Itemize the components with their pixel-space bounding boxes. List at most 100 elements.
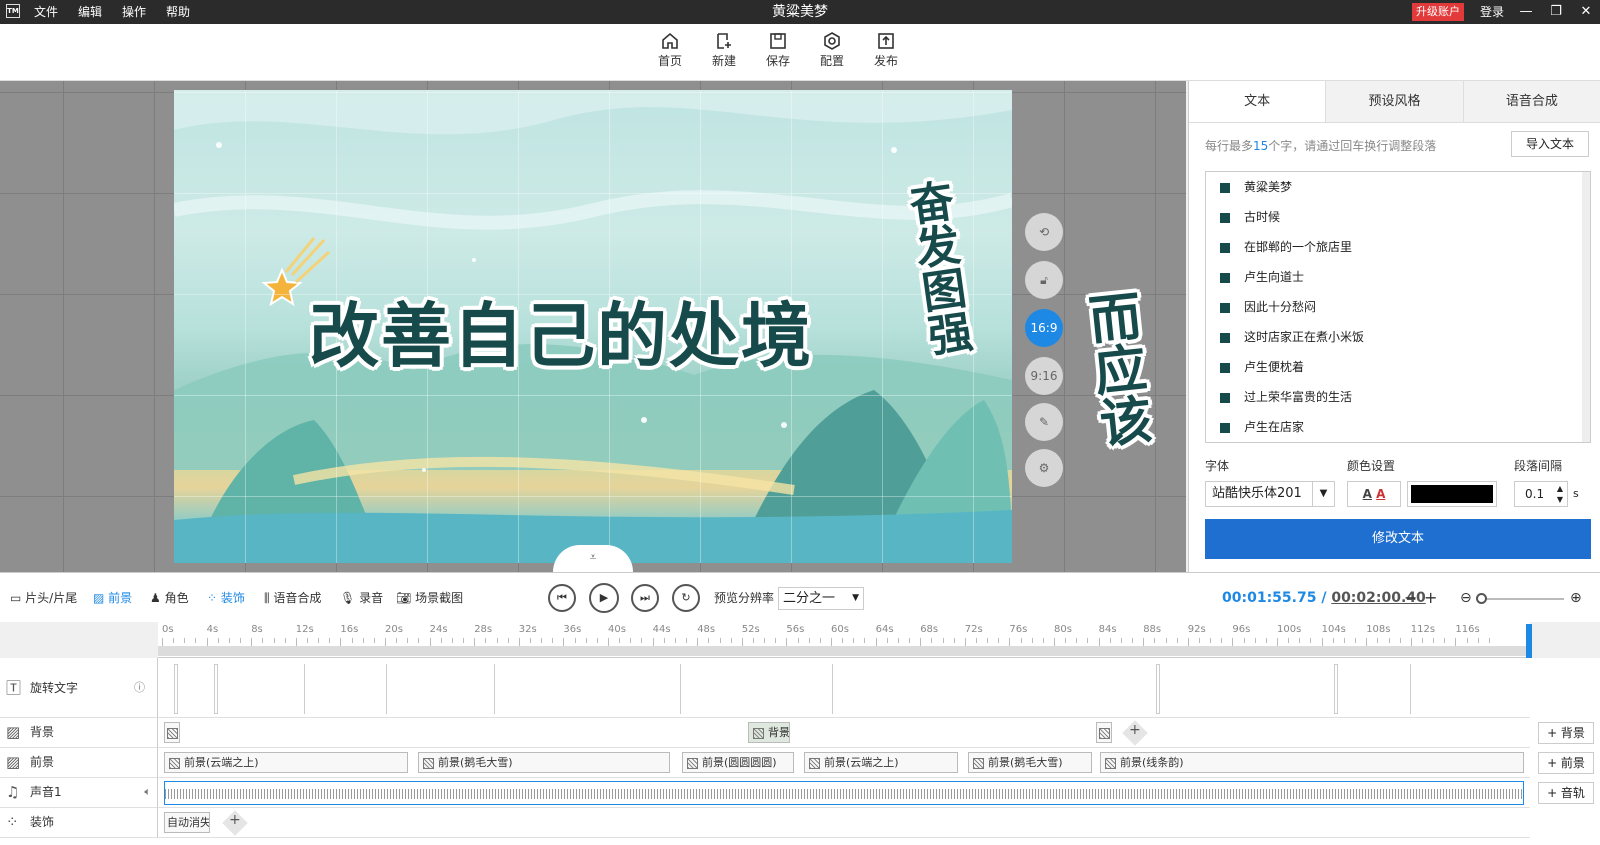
intro-outro-button[interactable]: ▭ 片头/片尾 — [10, 573, 77, 623]
edit-control-icon[interactable]: ✎ — [1025, 403, 1063, 441]
font-select[interactable]: 站酷快乐体201 ▼ — [1205, 481, 1335, 507]
zoom-slider[interactable] — [1478, 598, 1564, 600]
text-line[interactable]: 黄粱美梦 — [1206, 172, 1590, 202]
text-line[interactable]: 在邯郸的一个旅店里 — [1206, 232, 1590, 262]
volume-icon[interactable]: 🔈︎ — [144, 778, 151, 806]
add-background-button[interactable]: + 背景 — [1538, 722, 1594, 744]
ruler-tick-mark — [1120, 638, 1122, 643]
home-button[interactable]: 首页 — [645, 32, 695, 76]
menu-operate[interactable]: 操作 — [122, 0, 146, 24]
save-button[interactable]: 保存 — [753, 32, 803, 76]
canvas-area[interactable]: 改善自己的处境 奋发图强 而应该 ⟲ 🔓︎ 16:9 9:16 ✎ ⚙︎ ⩡ — [0, 81, 1186, 572]
unlock-control-icon[interactable]: 🔓︎ — [1025, 261, 1063, 299]
foreground-clip[interactable]: 前景(云端之上) — [804, 752, 958, 773]
new-button[interactable]: 新建 — [699, 32, 749, 76]
close-icon[interactable]: ✕ — [1572, 0, 1600, 24]
ruler-tick-mark — [630, 638, 632, 643]
speech-synthesis-button[interactable]: ⫼ 语音合成 — [264, 573, 321, 623]
ruler-tick-mark — [1310, 638, 1312, 643]
modify-text-button[interactable]: 修改文本 — [1205, 519, 1591, 559]
character-button[interactable]: ♟ 角色 — [150, 573, 189, 623]
track-foreground[interactable]: 前景(云端之上) 前景(鹅毛大雪) 前景(圆圆圆圆) 前景(云端之上) 前景(鹅… — [158, 748, 1530, 778]
replay-icon[interactable]: ↻ — [672, 584, 700, 612]
background-clip[interactable] — [1096, 722, 1112, 743]
preview-resolution-select[interactable]: 二分之一 ▼ — [778, 587, 864, 610]
text-keyframe[interactable] — [174, 664, 178, 714]
ratio-9-16-button[interactable]: 9:16 — [1025, 357, 1063, 395]
text-line[interactable]: 古时候 — [1206, 202, 1590, 232]
help-icon[interactable]: ⓘ — [134, 658, 145, 718]
plus-icon[interactable]: + — [1424, 573, 1437, 623]
next-icon[interactable]: ⏭ — [631, 584, 659, 612]
track-background[interactable]: 背景 + — [158, 718, 1530, 748]
screenshot-button[interactable]: 📷︎ 场景截图 — [396, 573, 463, 623]
foreground-clip[interactable]: 前景(鹅毛大雪) — [968, 752, 1092, 773]
text-color-icon[interactable]: A — [1363, 487, 1372, 501]
publish-button[interactable]: 发布 — [861, 32, 911, 76]
playhead[interactable] — [1526, 624, 1532, 658]
track-audio[interactable] — [158, 778, 1530, 808]
settings-control-icon[interactable]: ⚙︎ — [1025, 449, 1063, 487]
login-button[interactable]: 登录 — [1480, 0, 1504, 24]
timeline-scrubber[interactable] — [158, 646, 1530, 656]
minus-icon[interactable]: − — [1404, 573, 1417, 623]
config-button[interactable]: 配置 — [807, 32, 857, 76]
add-clip-button[interactable] — [222, 810, 248, 836]
add-clip-button[interactable] — [1122, 720, 1148, 746]
menu-edit[interactable]: 编辑 — [78, 0, 102, 24]
foreground-button[interactable]: ▨ 前景 — [93, 573, 132, 623]
main-caption-text[interactable]: 改善自己的处境 — [309, 280, 813, 381]
text-line[interactable]: 卢生向道士 — [1206, 262, 1590, 292]
foreground-clip[interactable]: 前景(云端之上) — [164, 752, 408, 773]
color-swatch[interactable] — [1407, 481, 1497, 507]
menu-file[interactable]: 文件 — [34, 0, 58, 24]
text-keyframe[interactable] — [1334, 664, 1338, 714]
zoom-in-icon[interactable]: ⊕ — [1570, 573, 1582, 623]
text-line[interactable]: 因此十分愁闷 — [1206, 292, 1590, 322]
previous-icon[interactable]: ⏮ — [548, 584, 576, 612]
upgrade-account-button[interactable]: 升级账户 — [1412, 3, 1464, 21]
foreground-clip[interactable]: 前景(线条韵) — [1100, 752, 1524, 773]
list-scrollbar[interactable] — [1582, 172, 1590, 442]
record-button[interactable]: 🎙︎ 录音 — [340, 573, 383, 623]
rotate-control-icon[interactable]: ⟲ — [1025, 213, 1063, 251]
background-clip[interactable]: 背景 — [748, 722, 790, 743]
zoom-out-icon[interactable]: ⊖ — [1460, 573, 1472, 623]
offstage-caption-text[interactable]: 而应该 — [1070, 288, 1161, 451]
zoom-slider-handle[interactable] — [1476, 593, 1487, 604]
minimize-icon[interactable]: — — [1512, 0, 1540, 24]
text-line[interactable]: 过上荣华富贵的生活 — [1206, 382, 1590, 412]
tab-speech-synthesis[interactable]: 语音合成 — [1463, 81, 1600, 122]
video-stage[interactable]: 改善自己的处境 奋发图强 — [174, 90, 1012, 563]
stroke-color-icon[interactable]: A — [1376, 487, 1385, 501]
ruler-tick-mark — [463, 638, 465, 643]
track-decoration[interactable]: 自动消失 + — [158, 808, 1530, 838]
spacing-stepper[interactable]: 0.1 ▲ ▼ — [1514, 481, 1568, 507]
decoration-clip[interactable]: 自动消失 — [164, 812, 210, 833]
text-line[interactable]: 卢生在店家 — [1206, 412, 1590, 442]
ruler-tick-mark — [842, 638, 844, 643]
play-icon[interactable]: ▶ — [589, 583, 619, 613]
ratio-16-9-button[interactable]: 16:9 — [1025, 309, 1063, 347]
add-foreground-button[interactable]: + 前景 — [1538, 752, 1594, 774]
text-line[interactable]: 卢生便枕着 — [1206, 352, 1590, 382]
text-keyframe[interactable] — [1156, 664, 1160, 714]
foreground-clip[interactable]: 前景(圆圆圆圆) — [682, 752, 794, 773]
stepper-arrows-icon[interactable]: ▲ ▼ — [1557, 483, 1563, 505]
maximize-icon[interactable]: ❐ — [1542, 0, 1570, 24]
decoration-button[interactable]: ⁘ 装饰 — [207, 573, 245, 623]
foreground-clip[interactable]: 前景(鹅毛大雪) — [418, 752, 670, 773]
text-lines-list[interactable]: 黄粱美梦 古时候 在邯郸的一个旅店里 卢生向道士 因此十分愁闷 这时店家正在煮小… — [1205, 171, 1591, 443]
collapse-handle-icon[interactable]: ⩡ — [553, 545, 633, 572]
background-clip[interactable] — [164, 722, 180, 743]
font-color-buttons[interactable]: A A — [1347, 481, 1401, 507]
menu-help[interactable]: 帮助 — [166, 0, 190, 24]
text-line[interactable]: 这时店家正在煮小米饭 — [1206, 322, 1590, 352]
audio-waveform[interactable] — [164, 781, 1524, 805]
track-rotate-text[interactable] — [158, 658, 1530, 718]
import-text-button[interactable]: 导入文本 — [1511, 131, 1589, 157]
tab-preset-style[interactable]: 预设风格 — [1326, 81, 1464, 122]
tab-text[interactable]: 文本 — [1189, 81, 1327, 122]
text-keyframe[interactable] — [214, 664, 218, 714]
add-audio-track-button[interactable]: + 音轨 — [1538, 782, 1594, 804]
